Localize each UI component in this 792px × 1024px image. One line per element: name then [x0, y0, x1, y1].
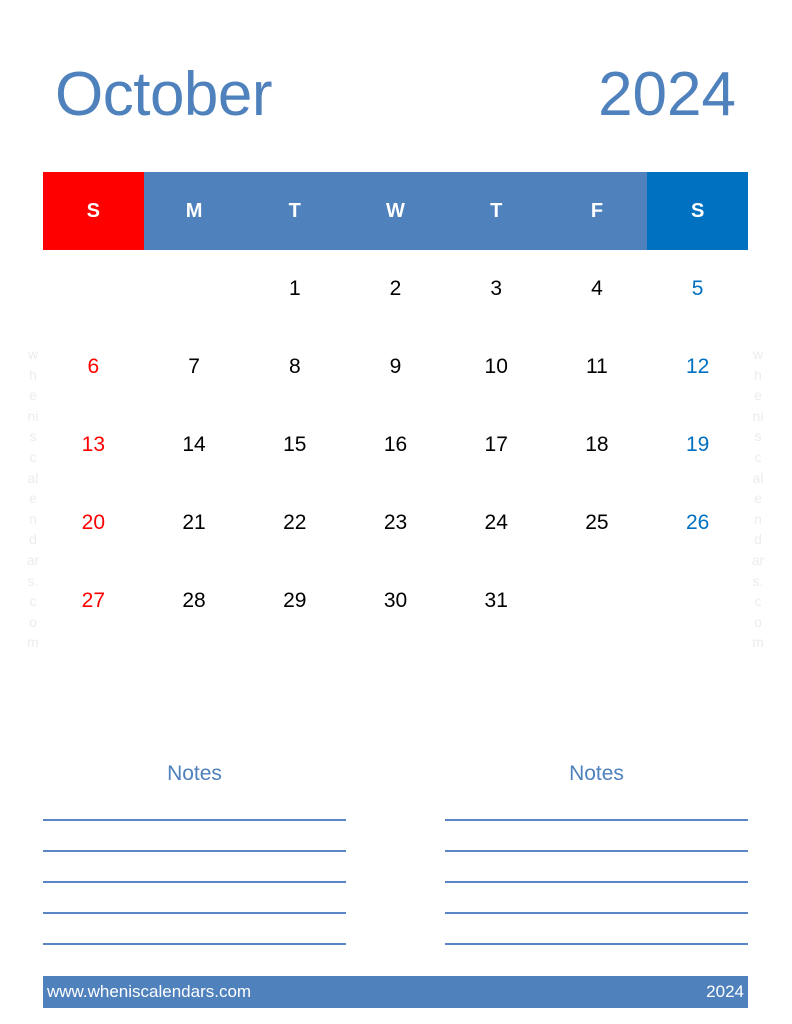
weekday-header: S M T W T F S — [43, 172, 748, 250]
day-cell: 4 — [591, 277, 603, 300]
day-cell: 21 — [182, 511, 206, 534]
empty-day-cell — [647, 562, 748, 640]
empty-day-cell — [144, 250, 245, 328]
notes-title: Notes — [569, 762, 624, 785]
day-cell: 15 — [283, 433, 307, 456]
watermark-char: al — [752, 469, 764, 486]
watermark-char: c — [29, 448, 37, 465]
day-cell: 7 — [188, 355, 200, 378]
notes-title: Notes — [167, 762, 222, 785]
watermark-char: h — [754, 366, 762, 383]
watermark-char: m — [27, 634, 39, 651]
watermark-char: s — [754, 428, 762, 445]
watermark-char: n — [754, 510, 762, 527]
note-line — [43, 881, 346, 883]
watermark-char: ni — [752, 407, 764, 424]
watermark-char: w — [752, 346, 764, 362]
day-cell: 30 — [383, 589, 408, 612]
watermark-char: o — [29, 613, 37, 630]
day-cell: 3 — [490, 277, 503, 300]
weekday-sunday: S — [43, 172, 144, 250]
day-cell: 1 — [288, 277, 301, 300]
watermark-char: e — [754, 387, 762, 404]
watermark-char: s. — [752, 572, 764, 589]
day-cell: 28 — [182, 589, 206, 612]
day-cell: 17 — [484, 433, 508, 456]
watermark-char: o — [754, 613, 762, 630]
day-cell: 2 — [389, 277, 402, 300]
weekday-monday: M — [185, 199, 203, 222]
days-grid: 1 2 3 4 5 6 7 8 9 10 11 12 13 14 15 16 17 18 19 20 21 22 23 24 2… — [43, 250, 748, 640]
notes-section-right: Notes — [445, 760, 748, 945]
footer-bar: www.wheniscalendars.com 2024 — [43, 976, 748, 1008]
day-cell: 9 — [389, 355, 402, 378]
footer-year: 2024 — [706, 982, 744, 1001]
note-line — [43, 912, 346, 914]
watermark-char: n — [29, 510, 37, 527]
note-line — [43, 943, 346, 945]
website-link[interactable]: www.wheniscalendars.com — [47, 982, 251, 1002]
note-line — [445, 881, 748, 883]
watermark-char: m — [752, 634, 764, 651]
day-cell: 10 — [484, 355, 508, 378]
day-cell: 6 — [87, 355, 100, 378]
notes-section-left: Notes — [43, 760, 346, 945]
watermark-char: c — [754, 593, 762, 610]
day-cell: 23 — [383, 511, 408, 534]
year-title: 2024 — [598, 60, 736, 129]
watermark-left: w h e ni s c al e n d ar s. c o m — [25, 344, 41, 653]
weekday-thursday: T — [490, 199, 503, 222]
day-cell: 8 — [288, 355, 301, 378]
watermark-char: al — [27, 469, 39, 486]
day-cell: 25 — [585, 511, 609, 534]
day-cell: 14 — [182, 433, 206, 456]
day-cell: 26 — [685, 511, 710, 534]
weekday-wednesday: W — [386, 199, 405, 222]
day-cell: 16 — [383, 433, 408, 456]
day-cell: 11 — [586, 355, 608, 378]
day-cell: 29 — [283, 589, 307, 612]
note-line — [445, 943, 748, 945]
note-line — [445, 850, 748, 852]
day-cell: 18 — [585, 433, 609, 456]
watermark-char: c — [29, 593, 37, 610]
watermark-char: e — [754, 490, 762, 507]
weekday-tuesday: T — [288, 199, 301, 222]
watermark-char: d — [29, 531, 37, 548]
day-cell: 12 — [685, 355, 710, 378]
watermark-char: w — [27, 346, 39, 362]
day-cell: 27 — [81, 589, 106, 612]
empty-day-cell — [43, 250, 144, 328]
watermark-char: s. — [27, 572, 39, 589]
day-cell: 20 — [81, 511, 106, 534]
watermark-char: h — [29, 366, 37, 383]
watermark-char: ar — [751, 551, 765, 568]
watermark-char: ar — [26, 551, 40, 568]
weekday-saturday: S — [647, 172, 748, 250]
watermark-char: c — [754, 448, 762, 465]
watermark-char: e — [29, 387, 37, 404]
note-line — [43, 850, 346, 852]
empty-day-cell — [547, 562, 648, 640]
note-line — [445, 819, 748, 821]
day-cell: 24 — [484, 511, 508, 534]
day-cell: 22 — [283, 511, 307, 534]
day-cell: 19 — [685, 433, 710, 456]
watermark-char: s — [29, 428, 37, 445]
day-cell: 5 — [691, 277, 704, 300]
note-line — [445, 912, 748, 914]
day-cell: 31 — [484, 589, 508, 612]
watermark-char: d — [754, 531, 762, 548]
watermark-char: ni — [27, 407, 39, 424]
watermark-char: e — [29, 490, 37, 507]
note-line — [43, 819, 346, 821]
month-title: October — [55, 60, 273, 129]
watermark-right: w h e ni s c al e n d ar s. c o m — [750, 344, 766, 653]
day-cell: 13 — [81, 433, 106, 456]
weekday-friday: F — [590, 199, 604, 222]
